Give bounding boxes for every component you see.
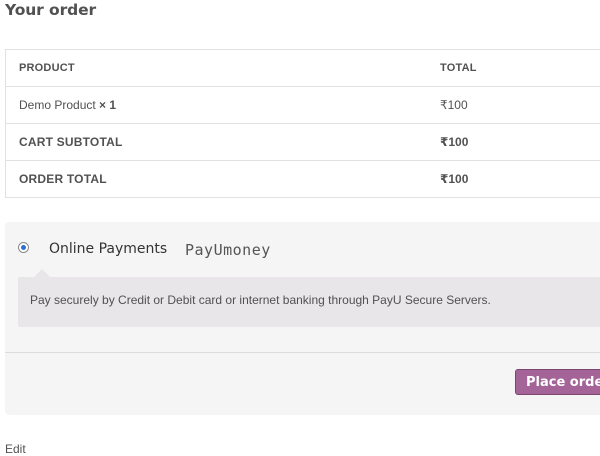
cart-subtotal-label: CART SUBTOTAL (6, 124, 437, 161)
product-name: Demo Product (19, 98, 96, 112)
total-column-header: TOTAL (436, 50, 600, 87)
payment-method-label[interactable]: Online Payments (49, 241, 167, 257)
order-total-label: ORDER TOTAL (6, 161, 437, 198)
table-row: Demo Product × 1 ₹100 (6, 87, 600, 124)
cart-subtotal-value: ₹100 (436, 124, 600, 161)
edit-link[interactable]: Edit (5, 442, 26, 456)
place-order-button[interactable]: Place order (515, 369, 600, 395)
page-title: Your order (5, 0, 96, 21)
payment-description: Pay securely by Credit or Debit card or … (30, 293, 491, 307)
order-total-value: ₹100 (436, 161, 600, 198)
product-quantity: × 1 (99, 98, 116, 112)
order-review-table: PRODUCT TOTAL Demo Product × 1 ₹100 CART… (5, 49, 600, 198)
table-row: CART SUBTOTAL ₹100 (6, 124, 600, 161)
table-row: ORDER TOTAL ₹100 (6, 161, 600, 198)
payment-section: Online Payments PayUmoney Pay securely b… (5, 222, 600, 415)
payment-method-radio[interactable] (18, 242, 29, 253)
product-name-cell: Demo Product × 1 (6, 87, 437, 124)
product-total-cell: ₹100 (436, 87, 600, 124)
divider (5, 352, 600, 353)
quantity-multiplier: × (99, 98, 106, 112)
payment-description-box: Pay securely by Credit or Debit card or … (18, 277, 600, 327)
product-column-header: PRODUCT (6, 50, 437, 87)
payumoney-logo: PayUmoney (185, 241, 271, 259)
quantity-value: 1 (109, 98, 116, 112)
table-header-row: PRODUCT TOTAL (6, 50, 600, 87)
